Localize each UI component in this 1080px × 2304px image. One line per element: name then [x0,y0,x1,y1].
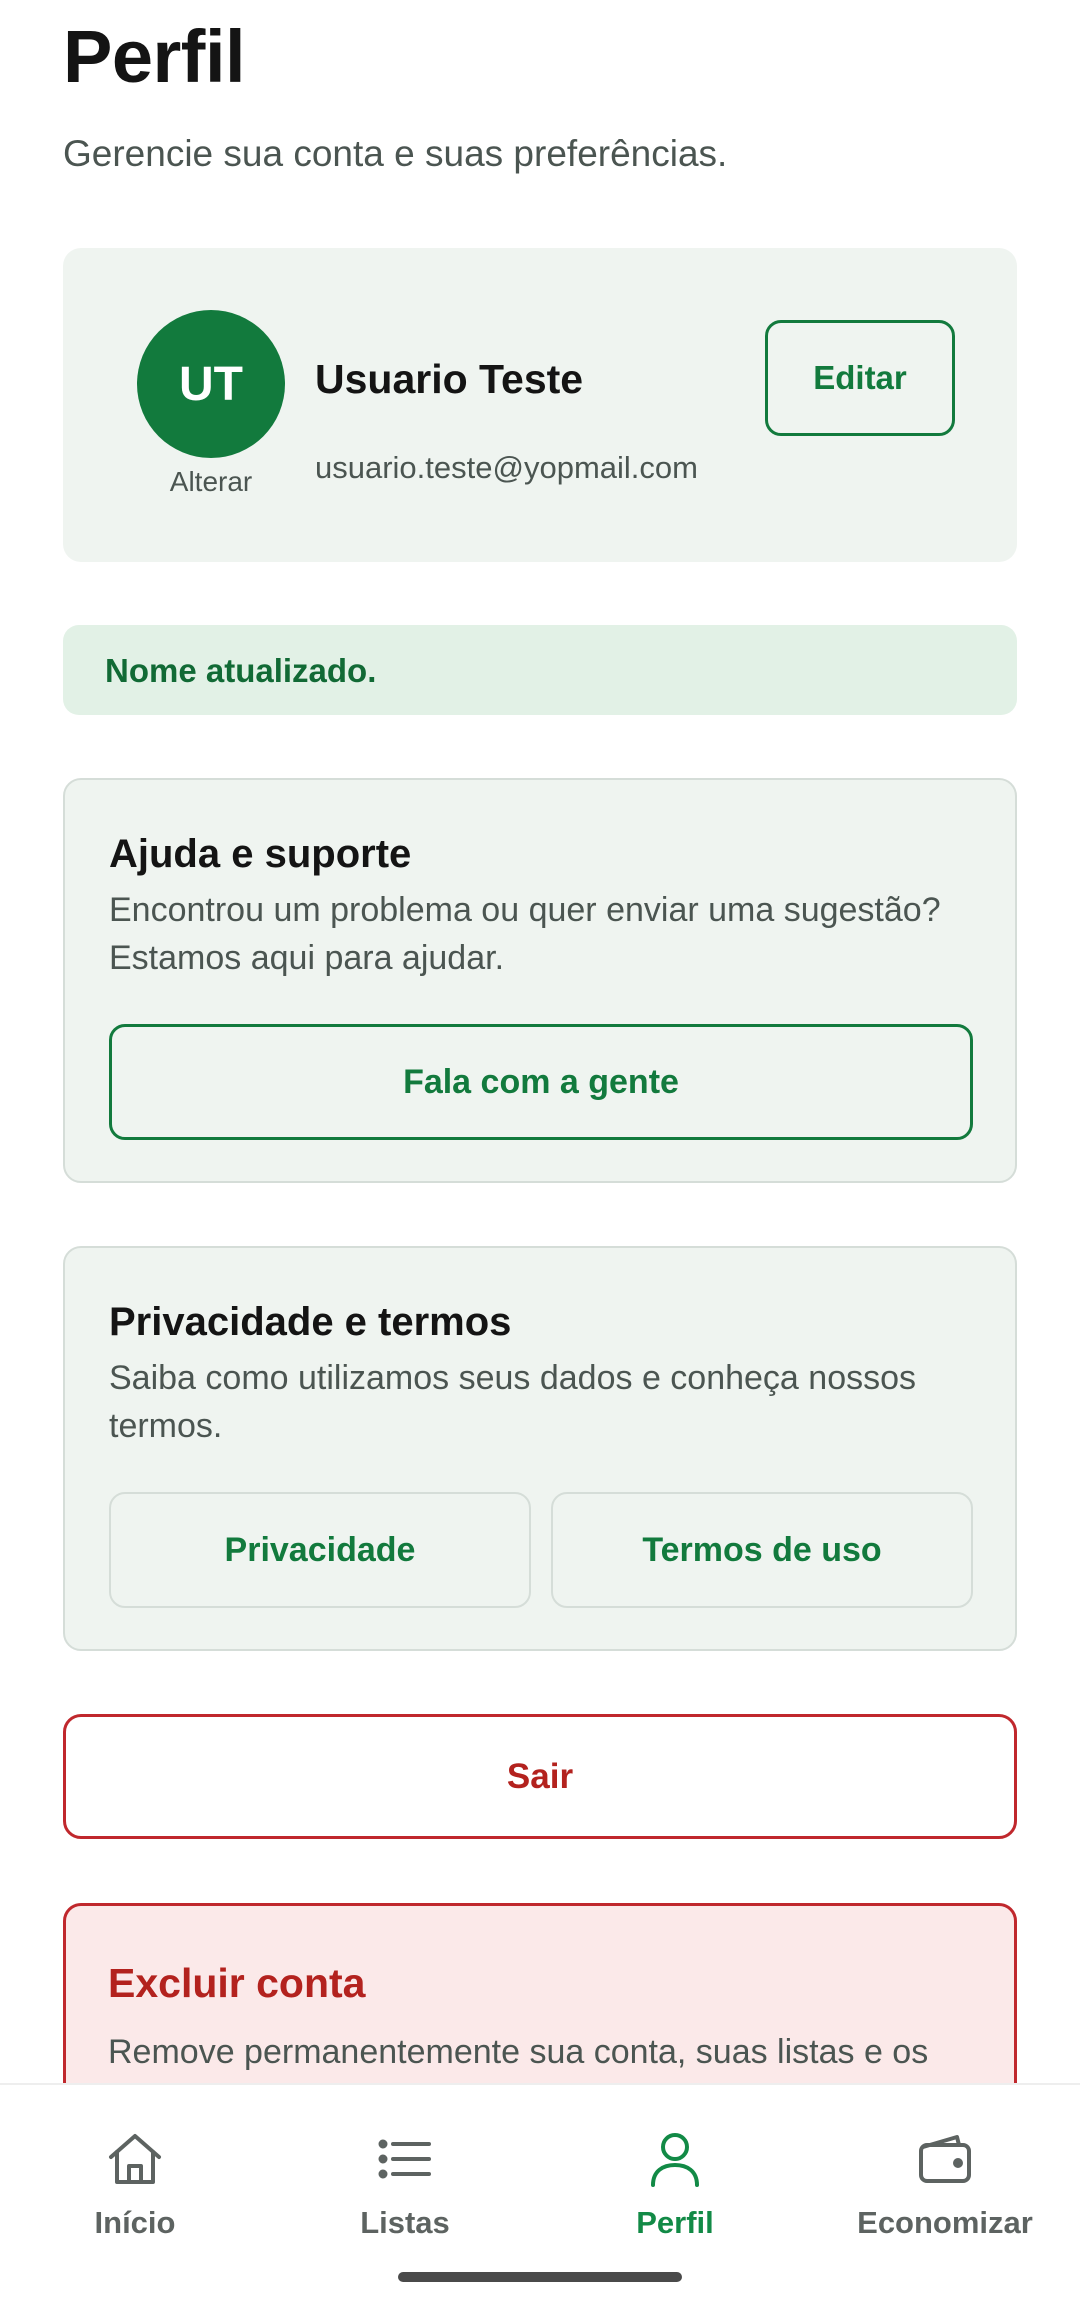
nav-item-inicio[interactable]: Início [0,2127,270,2241]
delete-account-description: Remove permanentemente sua conta, suas l… [108,2033,929,2071]
edit-profile-button[interactable]: Editar [765,320,955,436]
toast-message: Nome atualizado. [105,652,377,689]
help-card-title: Ajuda e suporte [109,832,412,876]
success-toast: Nome atualizado. [63,625,1017,715]
person-icon [651,2133,699,2187]
user-email: usuario.teste@yopmail.com [315,450,698,485]
nav-item-perfil[interactable]: Perfil [540,2127,810,2241]
wallet-icon [919,2135,971,2183]
logout-button[interactable]: Sair [63,1714,1017,1839]
privacy-card-description: Saiba como utilizamos seus dados e conhe… [109,1359,917,1445]
home-icon [109,2134,161,2184]
help-card-description: Encontrou um problema ou quer enviar uma… [109,891,941,977]
change-avatar-link[interactable]: Alterar [137,466,285,498]
privacy-terms-card: Privacidade e termos Saiba como utilizam… [63,1246,1017,1651]
profile-card: UT Alterar Usuario Teste usuario.teste@y… [63,248,1017,562]
terms-of-use-button[interactable]: Termos de uso [551,1492,973,1608]
privacy-button[interactable]: Privacidade [109,1492,531,1608]
nav-label-listas: Listas [360,2205,450,2240]
home-indicator [398,2272,682,2282]
user-name: Usuario Teste [315,356,584,402]
avatar[interactable]: UT [137,310,285,458]
page-subtitle: Gerencie sua conta e suas preferências. [63,133,728,174]
nav-label-economizar: Economizar [857,2205,1033,2240]
page-title: Perfil [63,15,246,98]
privacy-card-title: Privacidade e termos [109,1300,512,1344]
bottom-navigation: Início Listas Perfil Economizar [0,2083,1080,2304]
delete-account-title: Excluir conta [108,1960,366,2006]
help-support-card: Ajuda e suporte Encontrou um problema ou… [63,778,1017,1183]
contact-us-button[interactable]: Fala com a gente [109,1024,973,1140]
nav-item-economizar[interactable]: Economizar [810,2127,1080,2241]
nav-item-listas[interactable]: Listas [270,2127,540,2241]
list-icon [378,2139,431,2179]
nav-label-inicio: Início [94,2205,176,2240]
nav-label-perfil: Perfil [636,2205,714,2240]
